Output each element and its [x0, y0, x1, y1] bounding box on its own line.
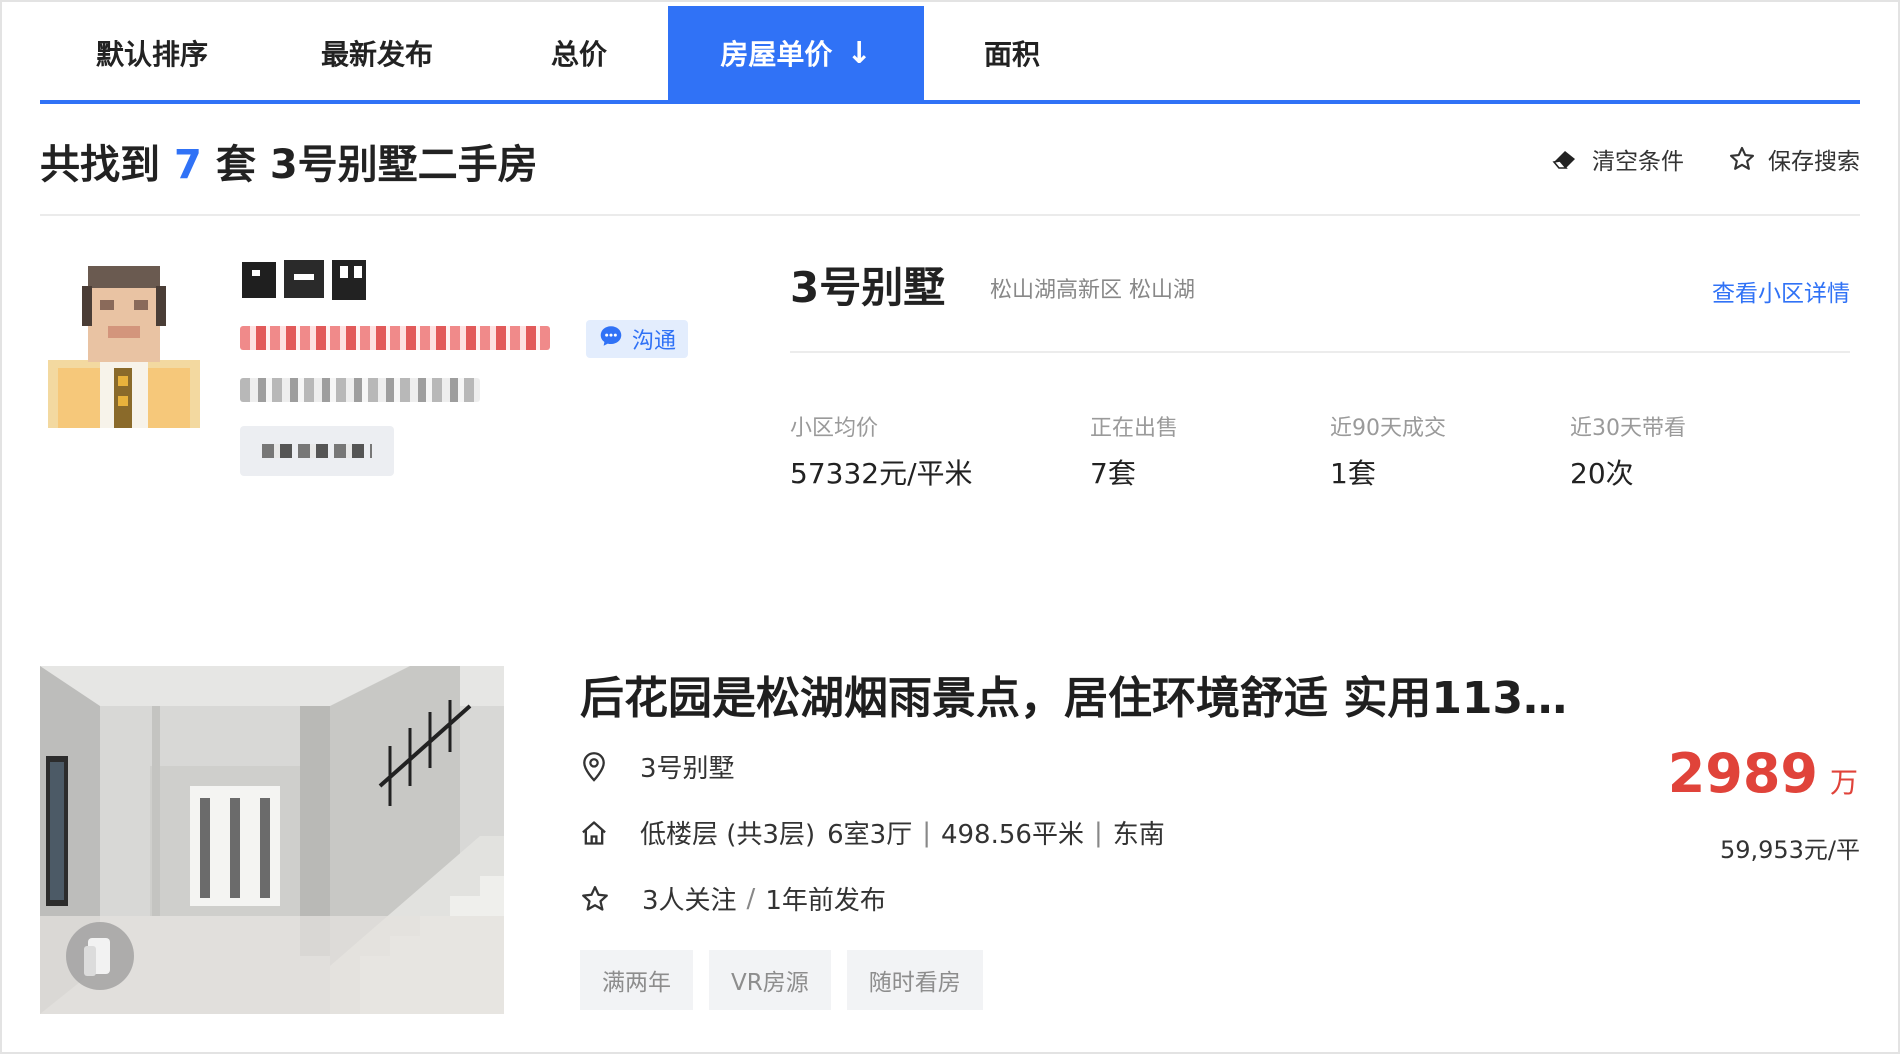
tab-label: 总价 — [550, 38, 607, 71]
tab-area[interactable]: 面积 — [924, 6, 1100, 100]
stat-on-sale: 正在出售 7套 — [1090, 410, 1178, 492]
arrow-down-icon: ↓ — [846, 35, 872, 71]
eraser-icon — [1550, 147, 1580, 171]
agent-avatar[interactable] — [48, 256, 200, 428]
listing-title[interactable]: 后花园是松湖烟雨景点，居住环境舒适 实用113… — [580, 662, 1567, 726]
chat-label: 沟通 — [631, 329, 676, 354]
clear-conditions-label: 清空条件 — [1592, 149, 1684, 175]
unit-price: 59,953元/平 — [1719, 836, 1860, 864]
tab-default-sort[interactable]: 默认排序 — [40, 6, 264, 100]
separator: / — [746, 883, 756, 914]
separator: | — [922, 817, 931, 848]
tab-label: 面积 — [983, 38, 1040, 71]
result-summary: 共找到 7 套 3号别墅二手房 — [40, 132, 538, 190]
result-prefix: 共找到 — [40, 142, 160, 188]
chat-bubble-icon — [598, 323, 624, 355]
stat-deals-90d: 近90天成交 1套 — [1330, 410, 1446, 492]
community-area: 松山湖高新区 松山湖 — [990, 278, 1195, 303]
tag-anytime-viewing: 随时看房 — [846, 950, 983, 1010]
total-price: 2989 万 — [1668, 742, 1858, 805]
stat-avg-price: 小区均价 57332元/平米 — [790, 410, 973, 492]
listing-community-name[interactable]: 3号别墅 — [640, 748, 735, 785]
clear-conditions-button[interactable]: 清空条件 — [1550, 142, 1684, 176]
result-count: 7 — [174, 142, 202, 188]
stat-value: 20次 — [1570, 457, 1634, 490]
stat-label: 近30天带看 — [1570, 416, 1686, 441]
listing-house-info-row: 低楼层 (共3层) 6室3厅 | 498.56平米 | 东南 — [580, 814, 1165, 851]
tab-unit-price[interactable]: 房屋单价 ↓ — [668, 6, 924, 100]
listing-photo[interactable] — [40, 666, 504, 1014]
agent-name-obscured — [240, 256, 370, 304]
stat-viewings-30d: 近30天带看 20次 — [1570, 410, 1686, 492]
tab-newest[interactable]: 最新发布 — [264, 6, 490, 100]
stat-value: 7套 — [1090, 457, 1136, 490]
star-outline-icon — [580, 884, 610, 914]
sort-tabs: 默认排序 最新发布 总价 房屋单价 ↓ 面积 — [40, 6, 1860, 104]
stat-label: 正在出售 — [1090, 416, 1179, 441]
total-price-unit: 万 — [1829, 766, 1858, 799]
listing-tags: 满两年 VR房源 随时看房 — [580, 950, 983, 1010]
tab-label: 最新发布 — [320, 38, 433, 71]
listing-followers: 3人关注 — [642, 886, 737, 916]
community-detail-link[interactable]: 查看小区详情 — [1712, 274, 1850, 308]
star-outline-icon — [1728, 145, 1756, 173]
header-divider — [40, 214, 1860, 216]
community-divider — [790, 351, 1850, 353]
listing-community-row: 3号别墅 — [580, 748, 735, 785]
agent-badge-obscured — [240, 426, 394, 476]
save-search-button[interactable]: 保存搜索 — [1728, 142, 1860, 176]
tag-vr: VR房源 — [709, 950, 831, 1010]
listing-published: 1年前发布 — [765, 886, 886, 916]
listing-size: 498.56平米 — [940, 820, 1084, 850]
community-name[interactable]: 3号别墅 — [790, 254, 945, 315]
listing-orientation: 东南 — [1112, 820, 1165, 850]
total-price-value: 2989 — [1667, 742, 1818, 805]
listing-follow-row: 3人关注 / 1年前发布 — [580, 880, 886, 917]
listing-floor: 低楼层 (共3层) — [640, 820, 816, 850]
location-pin-icon — [580, 751, 608, 783]
chat-button[interactable]: 沟通 — [586, 320, 688, 358]
tab-total-price[interactable]: 总价 — [490, 6, 668, 100]
stat-label: 小区均价 — [790, 416, 879, 441]
header-actions: 清空条件 保存搜索 — [1550, 142, 1860, 176]
agent-phone-obscured — [240, 326, 550, 350]
result-query: 3号别墅二手房 — [269, 142, 538, 188]
agent-info-obscured — [240, 378, 480, 402]
result-suffix: 套 — [215, 142, 256, 188]
tab-label: 默认排序 — [95, 38, 208, 71]
stat-value: 57332元/平米 — [790, 457, 973, 490]
stat-label: 近90天成交 — [1330, 416, 1446, 441]
separator: | — [1093, 817, 1103, 848]
house-icon — [580, 819, 608, 847]
save-search-label: 保存搜索 — [1768, 149, 1860, 175]
stat-value: 1套 — [1330, 457, 1376, 490]
tab-label: 房屋单价 — [720, 38, 833, 71]
listing-layout: 6室3厅 — [827, 820, 913, 850]
tag-two-years: 满两年 — [580, 950, 693, 1010]
